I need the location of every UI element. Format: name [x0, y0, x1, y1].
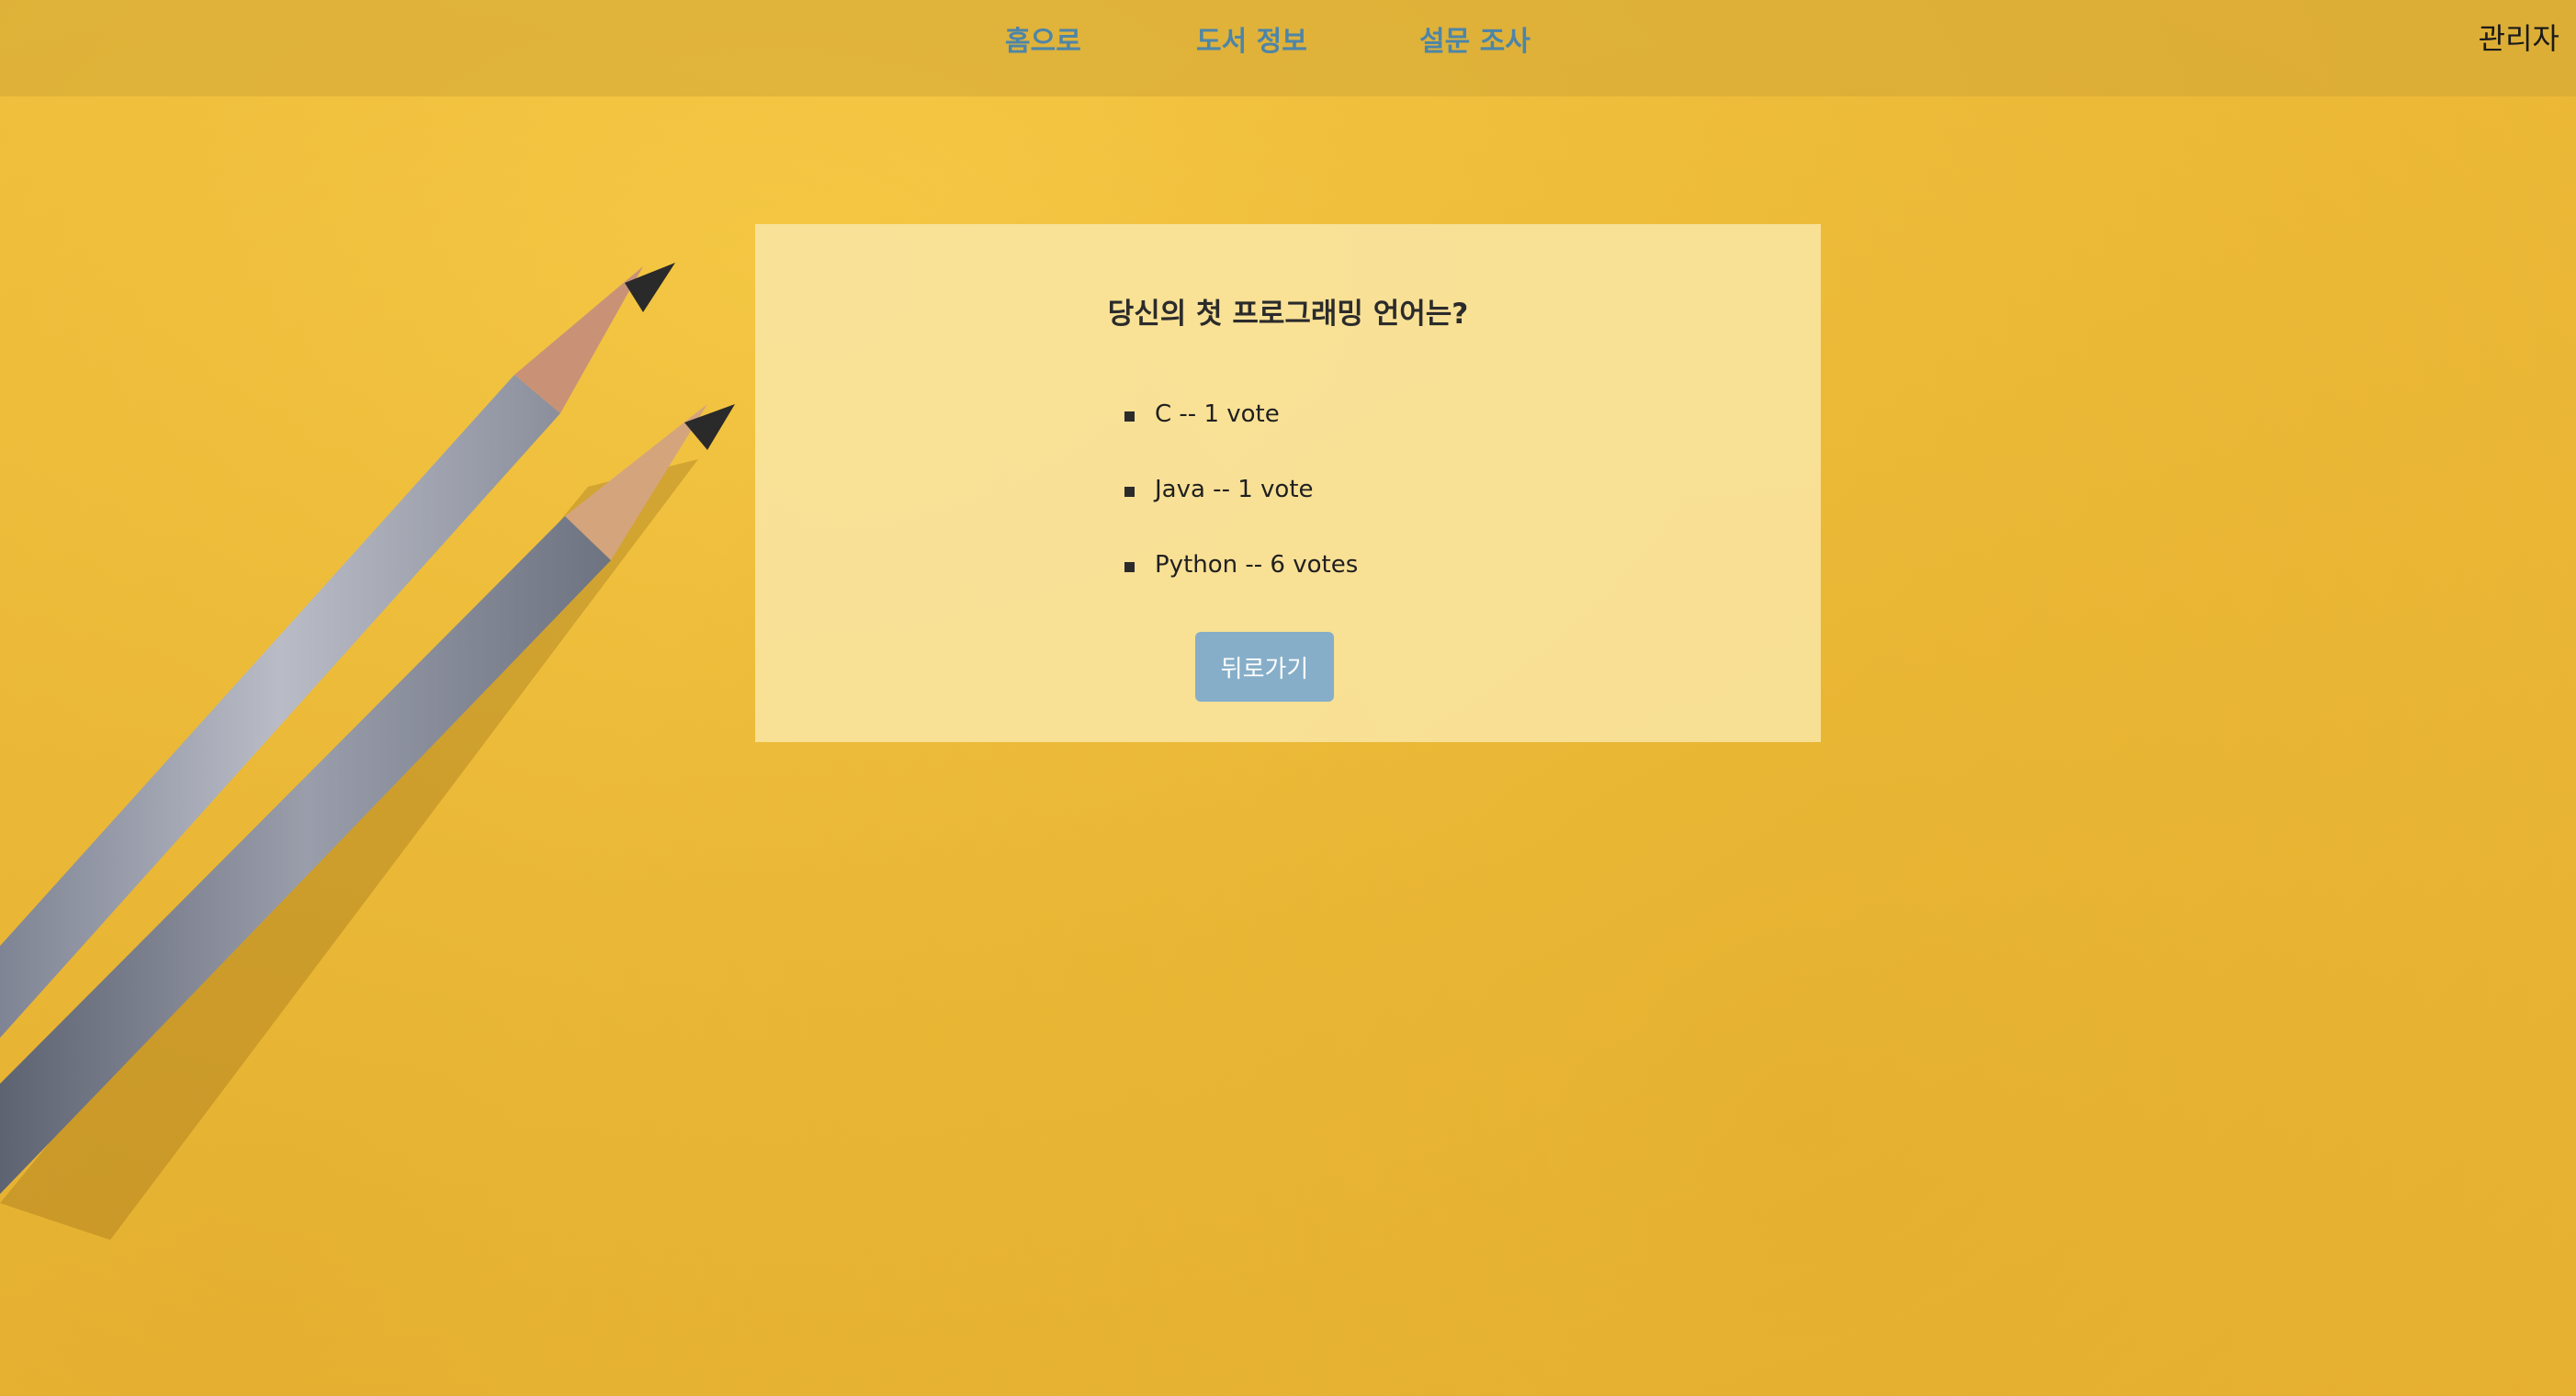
poll-option-label: C -- 1 vote [1155, 400, 1280, 428]
nav-home[interactable]: 홈으로 [1005, 0, 1081, 77]
square-bullet-icon [1124, 562, 1135, 572]
poll-option-label: Java -- 1 vote [1155, 476, 1314, 503]
admin-link[interactable]: 관리자 [2479, 0, 2559, 73]
poll-results-list: C -- 1 vote Java -- 1 vote Python -- 6 v… [1121, 400, 1358, 626]
nav-survey-link[interactable]: 설문 조사 [1419, 18, 1531, 59]
poll-option-item: Python -- 6 votes [1121, 551, 1358, 626]
nav-books-link[interactable]: 도서 정보 [1196, 18, 1307, 59]
poll-question-title: 당신의 첫 프로그래밍 언어는? [1107, 298, 1469, 331]
pencils-image [0, 263, 735, 1240]
back-button[interactable]: 뒤로가기 [1195, 632, 1334, 702]
poll-option-item: Java -- 1 vote [1121, 476, 1358, 551]
poll-option-item: C -- 1 vote [1121, 400, 1358, 476]
nav-home-link[interactable]: 홈으로 [1005, 18, 1081, 59]
nav-survey[interactable]: 설문 조사 [1419, 0, 1531, 77]
nav-books[interactable]: 도서 정보 [1196, 0, 1307, 77]
square-bullet-icon [1124, 411, 1135, 422]
square-bullet-icon [1124, 487, 1135, 497]
pencil-2 [0, 404, 735, 1194]
poll-option-label: Python -- 6 votes [1155, 551, 1359, 579]
